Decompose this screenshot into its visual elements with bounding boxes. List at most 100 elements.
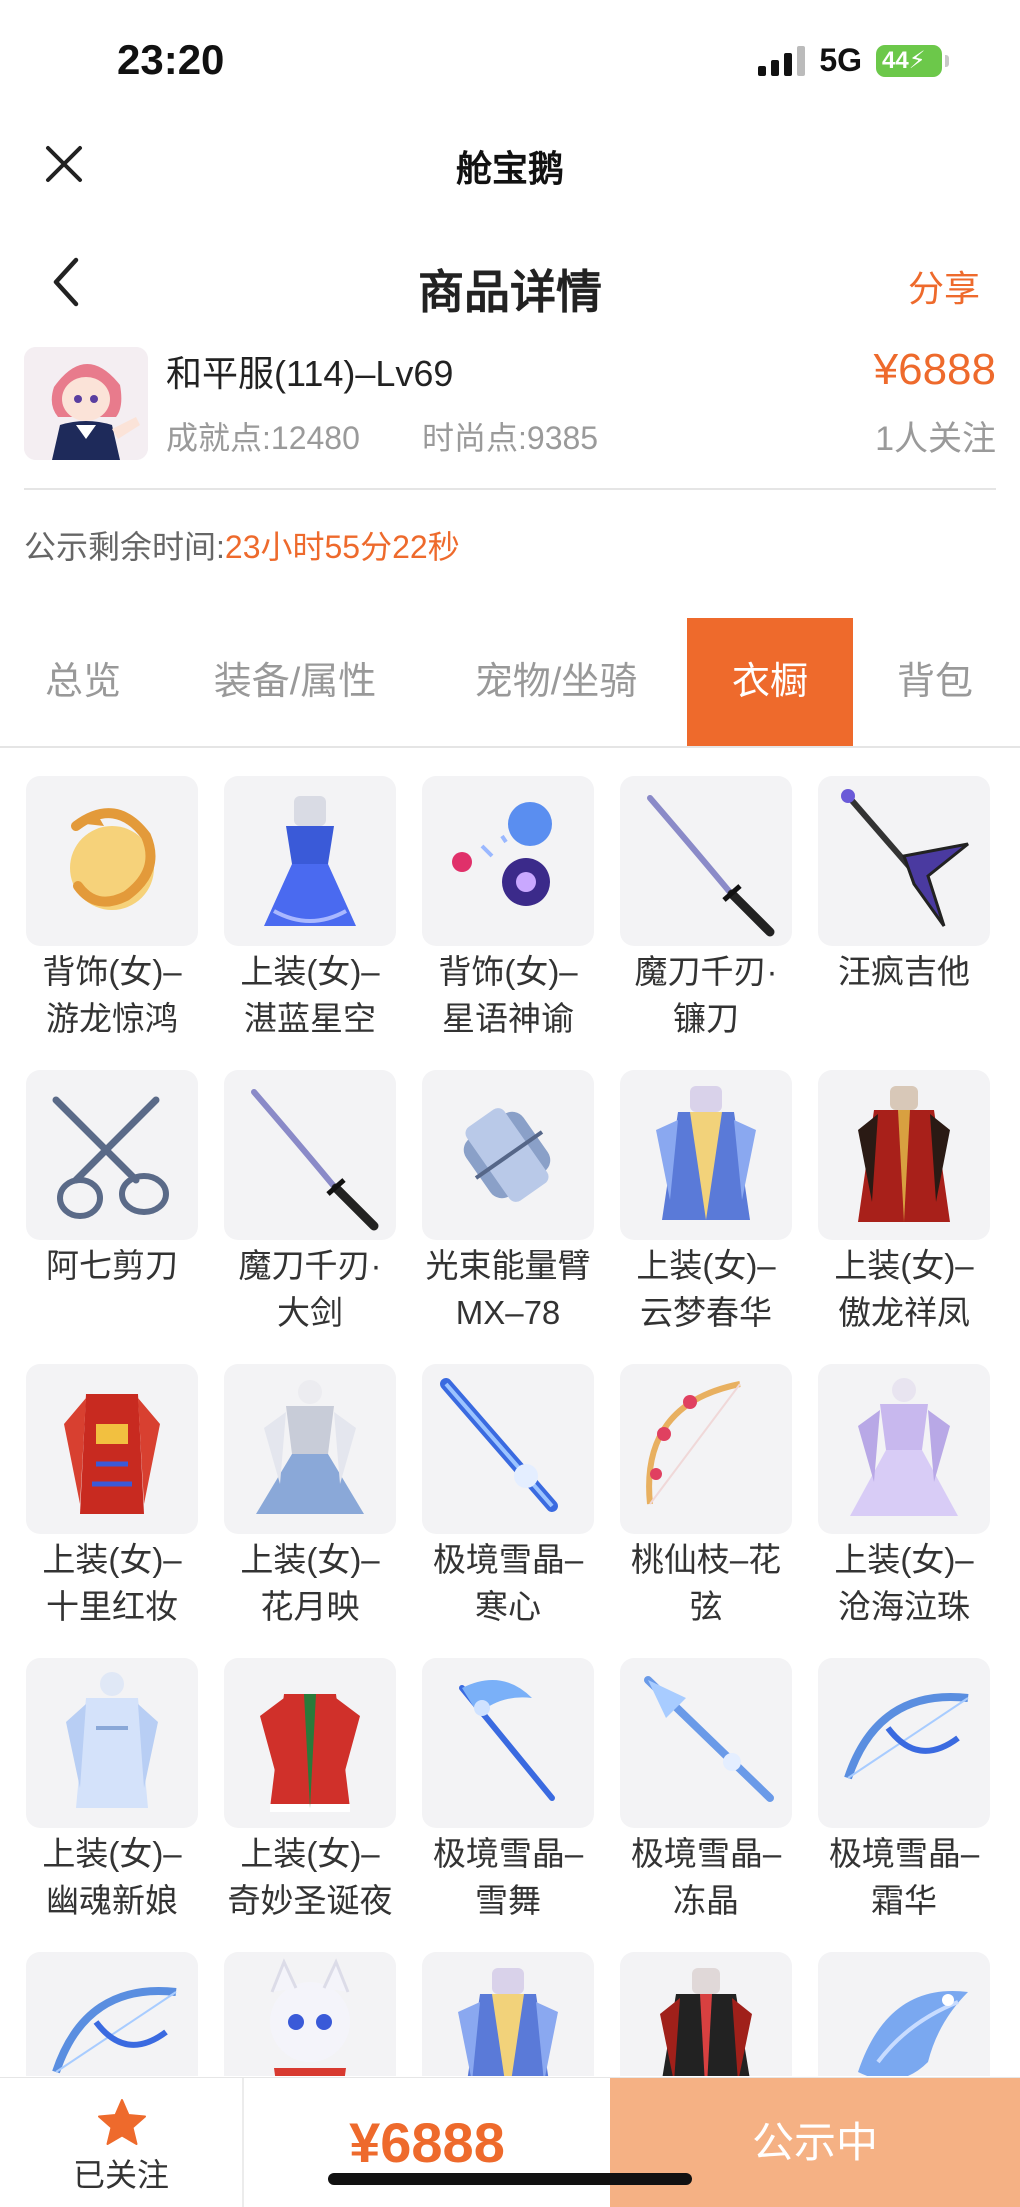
achievement-points: 成就点:12480 bbox=[166, 420, 360, 456]
wardrobe-item-name: 上装(女)– 沧海泣珠 bbox=[834, 1541, 974, 1625]
wardrobe-item-name: 上装(女)– 湛蓝星空 bbox=[240, 953, 380, 1037]
wardrobe-item-name: 极境雪晶– 霜华 bbox=[828, 1835, 980, 1919]
wardrobe-item-name: 背饰(女)– 星语神谕 bbox=[438, 953, 578, 1037]
blue-robe-icon bbox=[620, 1070, 792, 1240]
scissors-icon bbox=[26, 1070, 198, 1240]
ice-bird-icon bbox=[818, 1952, 990, 2076]
ice-sword-icon bbox=[422, 1364, 594, 1534]
countdown-value: 23小时55分22秒 bbox=[224, 529, 460, 565]
wardrobe-item[interactable]: 上装(女)– 傲龙祥凤 bbox=[818, 1070, 990, 1360]
signal-icon bbox=[758, 45, 806, 76]
follow-label: 已关注 bbox=[72, 2157, 169, 2193]
status-indicators: 5G 44 ⚡ bbox=[758, 42, 949, 79]
ice-bow-icon bbox=[818, 1658, 990, 1828]
wardrobe-item-name: 背饰(女)– 游龙惊鸿 bbox=[42, 953, 182, 1037]
app-bar: 舱宝鹅 bbox=[0, 120, 1020, 230]
red-robe-icon bbox=[818, 1070, 990, 1240]
blue-robe-icon bbox=[422, 1952, 594, 2076]
wardrobe-item[interactable]: 桃仙枝–花 弦 bbox=[620, 1364, 792, 1654]
share-button[interactable]: 分享 bbox=[908, 260, 980, 312]
network-label: 5G bbox=[819, 42, 862, 78]
wardrobe-item[interactable]: 上装(女)– 花月映 bbox=[224, 1364, 396, 1654]
arm-cannon-icon bbox=[422, 1070, 594, 1240]
wardrobe-grid: 背饰(女)– 游龙惊鸿 上装(女)– 湛蓝星空 背饰(女)– 星语神谕 魔刀千刃· 镰… bbox=[26, 776, 994, 2076]
wardrobe-item-name: 上装(女)– 十里红妆 bbox=[42, 1541, 182, 1625]
product-name: 和平服(114)–Lv69 bbox=[166, 353, 454, 394]
wardrobe-item[interactable]: 光束能量臂 MX–78 bbox=[422, 1070, 594, 1360]
katana-icon bbox=[620, 776, 792, 946]
wardrobe-item[interactable]: 魔刀千刃· 镰刀 bbox=[620, 776, 792, 1066]
lavender-dress-icon bbox=[818, 1364, 990, 1534]
bottom-price: ¥6888 bbox=[349, 2111, 505, 2174]
listing-status-button[interactable]: 公示中 bbox=[610, 2078, 1020, 2207]
fashion-points: 时尚点:9385 bbox=[422, 420, 599, 456]
wardrobe-item[interactable]: 极境雪晶– 雪舞 bbox=[422, 1658, 594, 1948]
wardrobe-item[interactable] bbox=[620, 1952, 792, 2076]
wardrobe-item[interactable]: 上装(女)– 幽魂新娘 bbox=[26, 1658, 198, 1948]
home-indicator bbox=[328, 2173, 692, 2185]
wardrobe-item-name: 桃仙枝–花 弦 bbox=[630, 1541, 782, 1625]
wardrobe-item-name: 极境雪晶– 寒心 bbox=[432, 1541, 584, 1625]
blue-dress-icon bbox=[224, 776, 396, 946]
tab-wardrobe[interactable]: 衣橱 bbox=[687, 618, 853, 746]
wardrobe-item[interactable]: 汪疯吉他 bbox=[818, 776, 990, 1066]
wardrobe-item-name: 极境雪晶– 冻晶 bbox=[630, 1835, 782, 1919]
countdown-label: 公示剩余时间: bbox=[24, 529, 225, 565]
app-title: 舱宝鹅 bbox=[455, 148, 564, 189]
wardrobe-item[interactable]: 魔刀千刃· 大剑 bbox=[224, 1070, 396, 1360]
page-title: 商品详情 bbox=[418, 266, 602, 318]
battery-level: 44 bbox=[882, 46, 909, 74]
wardrobe-item[interactable]: 极境雪晶– 寒心 bbox=[422, 1364, 594, 1654]
wardrobe-item-name: 阿七剪刀 bbox=[46, 1247, 178, 1284]
wardrobe-item[interactable]: 上装(女)– 奇妙圣诞夜 bbox=[224, 1658, 396, 1948]
tab-pets-mounts[interactable]: 宠物/坐骑 bbox=[446, 618, 666, 746]
tab-overview[interactable]: 总览 bbox=[18, 618, 148, 746]
wardrobe-item[interactable]: 极境雪晶– 冻晶 bbox=[620, 1658, 792, 1948]
christmas-dress-icon bbox=[224, 1658, 396, 1828]
wardrobe-item-name: 汪疯吉他 bbox=[838, 953, 970, 990]
wardrobe-item[interactable]: 阿七剪刀 bbox=[26, 1070, 198, 1360]
wardrobe-item[interactable]: 上装(女)– 沧海泣珠 bbox=[818, 1364, 990, 1654]
red-dress-icon bbox=[26, 1364, 198, 1534]
wardrobe-item-name: 光束能量臂 MX–78 bbox=[425, 1247, 591, 1331]
wardrobe-item-name: 魔刀千刃· 镰刀 bbox=[634, 953, 778, 1037]
wardrobe-item[interactable]: 上装(女)– 云梦春华 bbox=[620, 1070, 792, 1360]
wardrobe-item[interactable]: 上装(女)– 湛蓝星空 bbox=[224, 776, 396, 1066]
tab-equipment[interactable]: 装备/属性 bbox=[190, 618, 400, 746]
status-time: 23:20 bbox=[117, 36, 225, 83]
black-robe-icon bbox=[620, 1952, 792, 2076]
wardrobe-item[interactable]: 上装(女)– 十里红妆 bbox=[26, 1364, 198, 1654]
flower-bow-icon bbox=[620, 1364, 792, 1534]
bottom-bar: 已关注 ¥6888 公示中 bbox=[0, 2077, 1020, 2207]
battery-icon: 44 ⚡ bbox=[876, 44, 949, 77]
wardrobe-item-name: 上装(女)– 花月映 bbox=[240, 1541, 380, 1625]
wardrobe-item-name: 上装(女)– 云梦春华 bbox=[636, 1247, 776, 1331]
wardrobe-item[interactable]: 背饰(女)– 星语神谕 bbox=[422, 776, 594, 1066]
page-header: 商品详情 分享 bbox=[0, 230, 1020, 340]
tab-bar: 总览 装备/属性 宠物/坐骑 衣橱 背包 bbox=[0, 618, 1020, 748]
product-price: ¥6888 bbox=[873, 345, 996, 394]
product-summary[interactable]: 和平服(114)–Lv69 成就点:12480 时尚点:9385 ¥6888 1… bbox=[24, 345, 996, 490]
katana-icon bbox=[224, 1070, 396, 1240]
wardrobe-item[interactable] bbox=[818, 1952, 990, 2076]
wardrobe-item[interactable] bbox=[422, 1952, 594, 2076]
follower-count: 1人关注 bbox=[875, 420, 996, 458]
wardrobe-item[interactable] bbox=[26, 1952, 198, 2076]
wardrobe-item[interactable]: 背饰(女)– 游龙惊鸿 bbox=[26, 776, 198, 1066]
follow-button[interactable]: 已关注 bbox=[0, 2078, 244, 2207]
star-orbs-icon bbox=[422, 776, 594, 946]
tab-backpack[interactable]: 背包 bbox=[880, 618, 990, 746]
wardrobe-item-name: 魔刀千刃· 大剑 bbox=[238, 1247, 382, 1331]
character-avatar bbox=[24, 347, 148, 460]
wardrobe-item-name: 上装(女)– 傲龙祥凤 bbox=[834, 1247, 974, 1331]
plush-pet-icon bbox=[224, 1952, 396, 2076]
ice-scythe-icon bbox=[422, 1658, 594, 1828]
silver-dress-icon bbox=[224, 1364, 396, 1534]
wardrobe-item[interactable]: 极境雪晶– 霜华 bbox=[818, 1658, 990, 1948]
wardrobe-item[interactable] bbox=[224, 1952, 396, 2076]
star-icon bbox=[98, 2099, 146, 2145]
wardrobe-item-name: 上装(女)– 幽魂新娘 bbox=[42, 1835, 182, 1919]
golden-dragon-icon bbox=[26, 776, 198, 946]
guitar-icon bbox=[818, 776, 990, 946]
wardrobe-item-name: 上装(女)– 奇妙圣诞夜 bbox=[227, 1835, 393, 1919]
